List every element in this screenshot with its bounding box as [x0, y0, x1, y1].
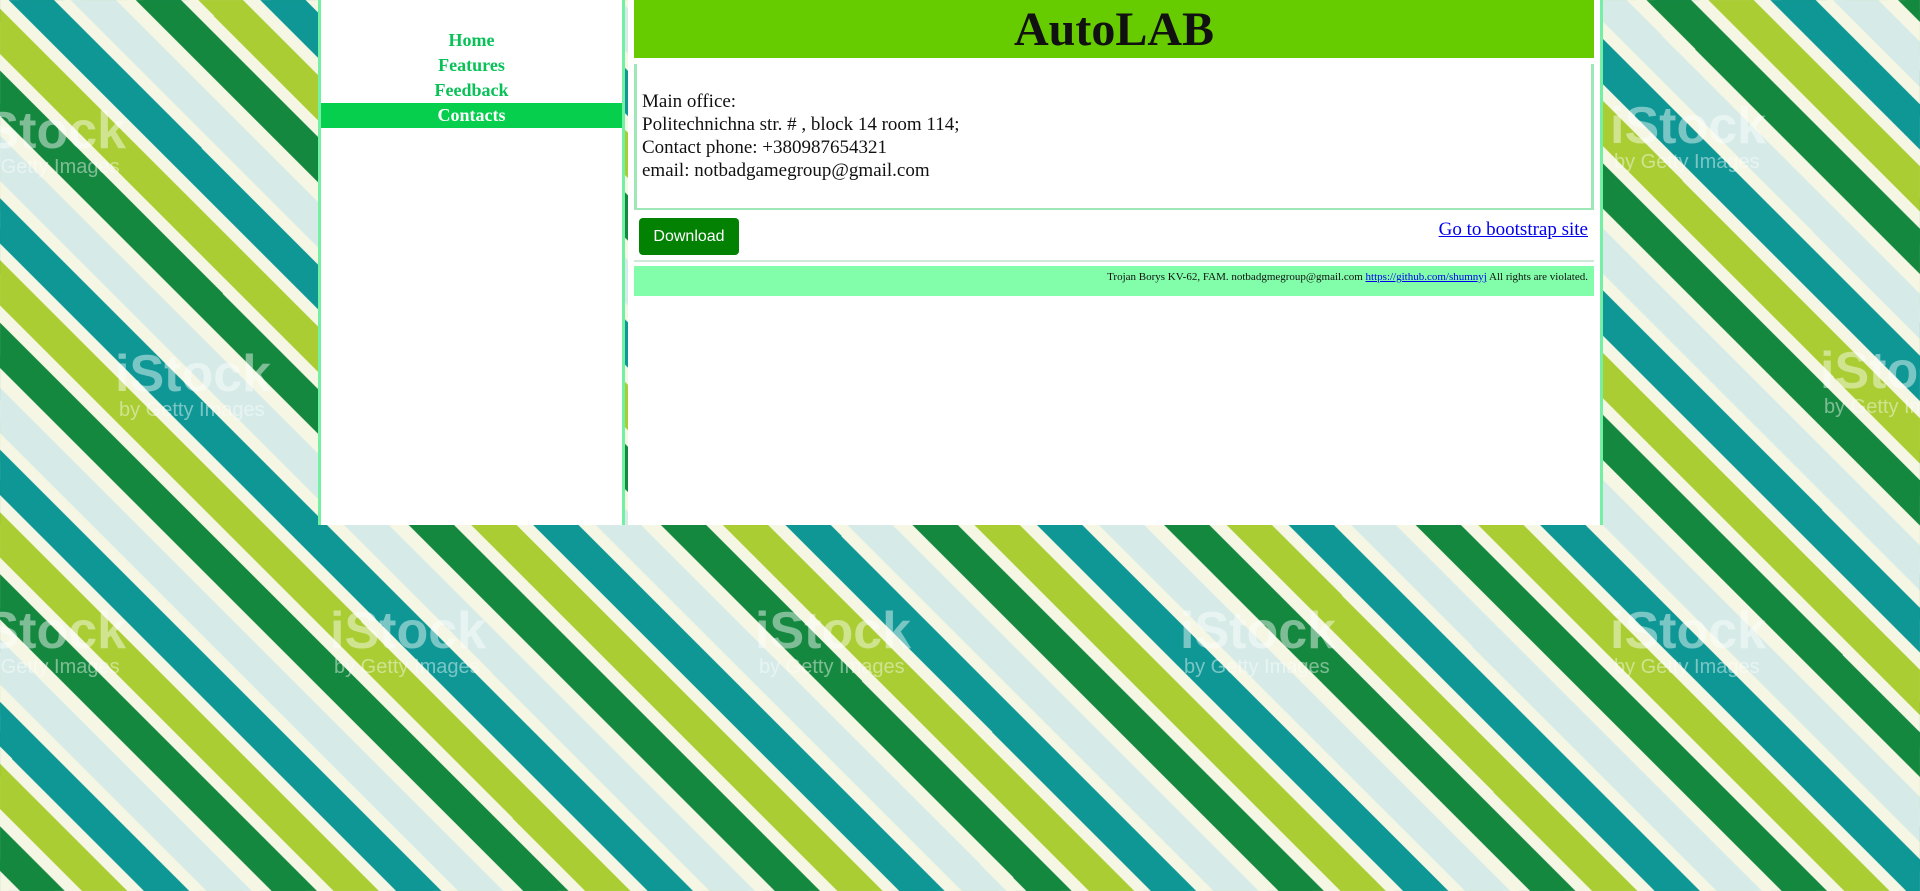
stock-watermark: iStockby Getty Images: [0, 602, 127, 678]
nav-item-home[interactable]: Home: [321, 28, 622, 53]
main-content: AutoLAB Main office: Politechnichna str.…: [628, 0, 1603, 525]
stock-watermark: iStockby Getty Images: [1610, 602, 1767, 678]
site-header: AutoLAB: [634, 0, 1594, 58]
stock-watermark: iStockby Getty Images: [115, 345, 272, 421]
contact-address: Politechnichna str. # , block 14 room 11…: [642, 114, 960, 135]
stock-watermark: iStockby Getty Images: [1610, 97, 1767, 173]
nav-list: Home Features Feedback Contacts: [321, 0, 622, 128]
nav-item-feedback[interactable]: Feedback: [321, 78, 622, 103]
site-title: AutoLAB: [1013, 3, 1215, 56]
stock-watermark: iStockby Getty Images: [1820, 342, 1920, 418]
footer: Trojan Borys KV-62, FAM. notbadgmegroup@…: [634, 266, 1594, 296]
contact-info: Main office: Politechnichna str. # , blo…: [634, 64, 1594, 210]
footer-credits: Trojan Borys KV-62, FAM. notbadgmegroup@…: [1107, 271, 1363, 283]
action-row: Download Go to bootstrap site: [634, 210, 1594, 262]
nav-item-features[interactable]: Features: [321, 53, 622, 78]
github-link[interactable]: https://github.com/shumnyj: [1366, 271, 1487, 283]
stock-watermark: iStockby Getty Images: [0, 102, 127, 178]
footer-rights: All rights are violated.: [1489, 271, 1588, 283]
stock-watermark: iStockby Getty Images: [1180, 602, 1337, 678]
sidebar-navigation: Home Features Feedback Contacts: [318, 0, 625, 525]
contact-phone: Contact phone: +380987654321: [642, 137, 888, 158]
nav-item-contacts[interactable]: Contacts: [321, 103, 622, 128]
bootstrap-site-link[interactable]: Go to bootstrap site: [1439, 219, 1588, 241]
stock-watermark: iStockby Getty Images: [330, 602, 487, 678]
stock-watermark: iStockby Getty Images: [755, 602, 912, 678]
contact-email: email: notbadgamegroup@gmail.com: [642, 160, 930, 181]
download-button[interactable]: Download: [639, 218, 739, 255]
contact-office-label: Main office:: [642, 91, 737, 112]
